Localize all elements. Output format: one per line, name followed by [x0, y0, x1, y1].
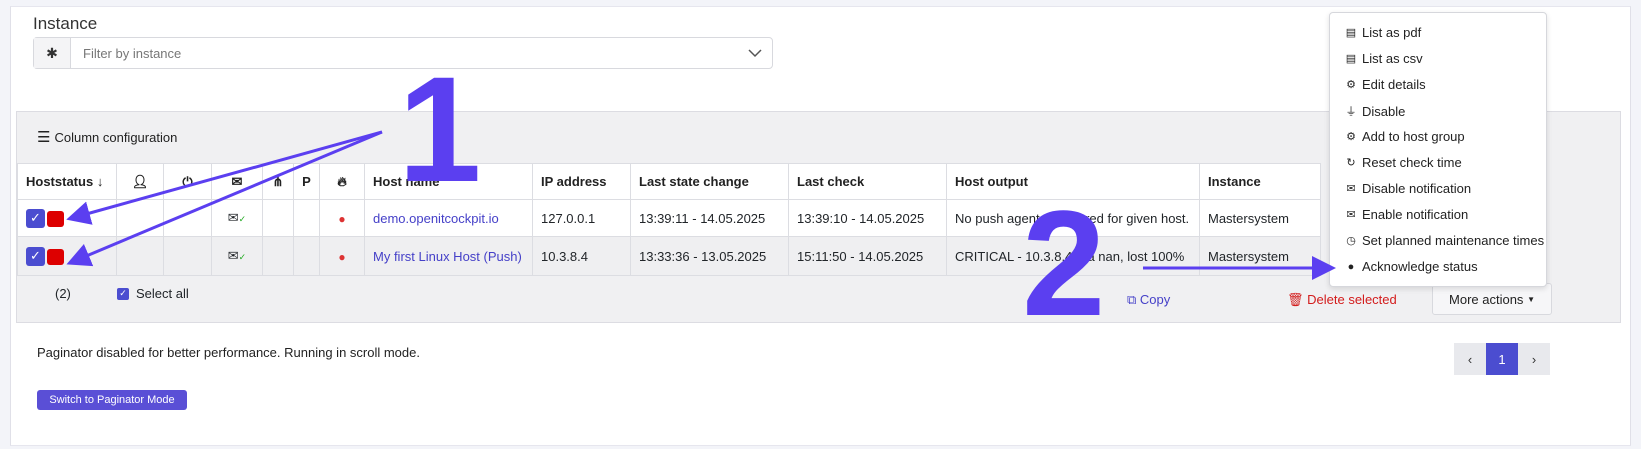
instance-section-title: Instance [33, 14, 98, 33]
envelope-icon: ✉ [1346, 209, 1356, 221]
flame-icon: ● [319, 199, 365, 237]
select-all-checkbox[interactable]: ✓ [117, 287, 129, 300]
list-icon: ☰ [37, 129, 51, 146]
menu-item-disable-notification[interactable]: ✉ Disable notification [1345, 181, 1471, 196]
row-checkbox[interactable]: ✓ [26, 208, 45, 228]
cogs-icon: ⚙ [1346, 131, 1356, 143]
copy-icon: ⧉ [1127, 292, 1137, 307]
selected-count: (2) [55, 286, 71, 301]
column-configuration-button[interactable]: ☰ Column configuration [37, 128, 177, 146]
table-header-row: Hoststatus ↓ 👤︎ ⏻ ✉ ⋔ P 🔥︎ Host name IP … [17, 163, 1321, 200]
notification-header-icon[interactable]: ✉ [211, 163, 263, 200]
sitemap-header-icon[interactable]: ⋔ [262, 163, 294, 200]
copy-button[interactable]: ⧉ Copy [1127, 292, 1170, 308]
trash-icon: 🗑︎ [1287, 292, 1304, 307]
header-last-check[interactable]: Last check [788, 163, 947, 200]
instance-cell: Mastersystem [1199, 236, 1321, 276]
envelope-icon: ✉ [1346, 183, 1356, 195]
table-row[interactable]: ✓ ✉✓ ● My first Linux Host (Push) 10.3.8… [17, 236, 1321, 276]
table-row[interactable]: ✓ ✉✓ ● demo.openitcockpit.io 127.0.0.1 1… [17, 199, 1321, 237]
pagination: ‹ 1 › [1454, 343, 1550, 375]
instance-cell: Mastersystem [1199, 199, 1321, 237]
ip-cell: 127.0.0.1 [532, 199, 631, 237]
hosts-table: Hoststatus ↓ 👤︎ ⏻ ✉ ⋔ P 🔥︎ Host name IP … [17, 163, 1321, 276]
flame-icon: ● [319, 236, 365, 276]
notification-enabled-icon: ✉✓ [211, 236, 263, 276]
puzzle-icon: ✱ [34, 38, 71, 68]
last-state-change-cell: 13:39:11 - 14.05.2025 [630, 199, 789, 237]
header-p[interactable]: P [293, 163, 320, 200]
ip-cell: 10.3.8.4 [532, 236, 631, 276]
paginator-message: Paginator disabled for better performanc… [37, 345, 420, 360]
header-ip-address[interactable]: IP address [532, 163, 631, 200]
acknowledged-header-icon[interactable]: 👤︎ [116, 163, 164, 200]
menu-item-add-to-host-group[interactable]: ⚙ Add to host group [1345, 129, 1465, 144]
more-actions-button[interactable]: More actions ▼ [1432, 283, 1552, 315]
file-pdf-icon: ▤ [1345, 27, 1357, 39]
menu-item-planned-maintenance[interactable]: ◷ Set planned maintenance times [1345, 233, 1544, 248]
row-checkbox[interactable]: ✓ [26, 246, 45, 266]
refresh-icon: ↻ [1346, 157, 1356, 169]
last-check-cell: 15:11:50 - 14.05.2025 [788, 236, 947, 276]
more-actions-dropdown: ▤ List as pdf ▤ List as csv ⚙ Edit details … [1329, 12, 1547, 287]
menu-item-acknowledge-status[interactable]: ● Acknowledge status [1345, 259, 1478, 274]
annotation-marker-1: 1 [398, 45, 482, 213]
notification-enabled-icon: ✉✓ [211, 199, 263, 237]
next-page-button[interactable]: › [1518, 343, 1550, 375]
header-instance[interactable]: Instance [1199, 163, 1321, 200]
flap-header-icon[interactable]: 🔥︎ [319, 163, 365, 200]
page-1-button[interactable]: 1 [1486, 343, 1518, 375]
clock-icon: ◷ [1346, 235, 1356, 247]
select-all-button[interactable]: ✓ Select all [117, 286, 189, 301]
row-status-cell: ✓ [17, 236, 117, 276]
select-all-label: Select all [136, 286, 189, 301]
menu-item-reset-check-time[interactable]: ↻ Reset check time [1345, 155, 1461, 170]
column-configuration-label: Column configuration [54, 129, 178, 145]
status-down-indicator [47, 248, 64, 265]
header-hoststatus[interactable]: Hoststatus ↓ [17, 163, 117, 200]
menu-item-disable[interactable]: ⏚ Disable [1345, 103, 1406, 119]
annotation-marker-2: 2 [1022, 179, 1106, 347]
caret-down-icon: ▼ [1527, 294, 1535, 304]
header-last-state-change[interactable]: Last state change [630, 163, 789, 200]
last-check-cell: 13:39:10 - 14.05.2025 [788, 199, 947, 237]
delete-selected-button[interactable]: 🗑︎ Delete selected [1287, 292, 1397, 308]
menu-item-list-csv[interactable]: ▤ List as csv [1345, 51, 1423, 66]
menu-item-enable-notification[interactable]: ✉ Enable notification [1345, 207, 1468, 222]
plug-icon: ⏚ [1345, 106, 1357, 118]
downtime-header-icon[interactable]: ⏻ [163, 163, 212, 200]
sort-down-icon: ↓ [96, 174, 104, 189]
user-icon: ● [1347, 260, 1355, 273]
menu-item-edit-details[interactable]: ⚙ Edit details [1345, 77, 1426, 92]
row-status-cell: ✓ [17, 199, 117, 237]
host-name-link[interactable]: My first Linux Host (Push) [364, 236, 533, 276]
cogs-icon: ⚙ [1346, 79, 1356, 91]
switch-paginator-button[interactable]: Switch to Paginator Mode [37, 390, 187, 410]
chevron-down-icon[interactable] [738, 38, 772, 68]
prev-page-button[interactable]: ‹ [1454, 343, 1486, 375]
status-down-indicator [47, 210, 64, 227]
last-state-change-cell: 13:33:36 - 13.05.2025 [630, 236, 789, 276]
menu-item-list-pdf[interactable]: ▤ List as pdf [1345, 25, 1421, 40]
file-csv-icon: ▤ [1345, 53, 1357, 65]
